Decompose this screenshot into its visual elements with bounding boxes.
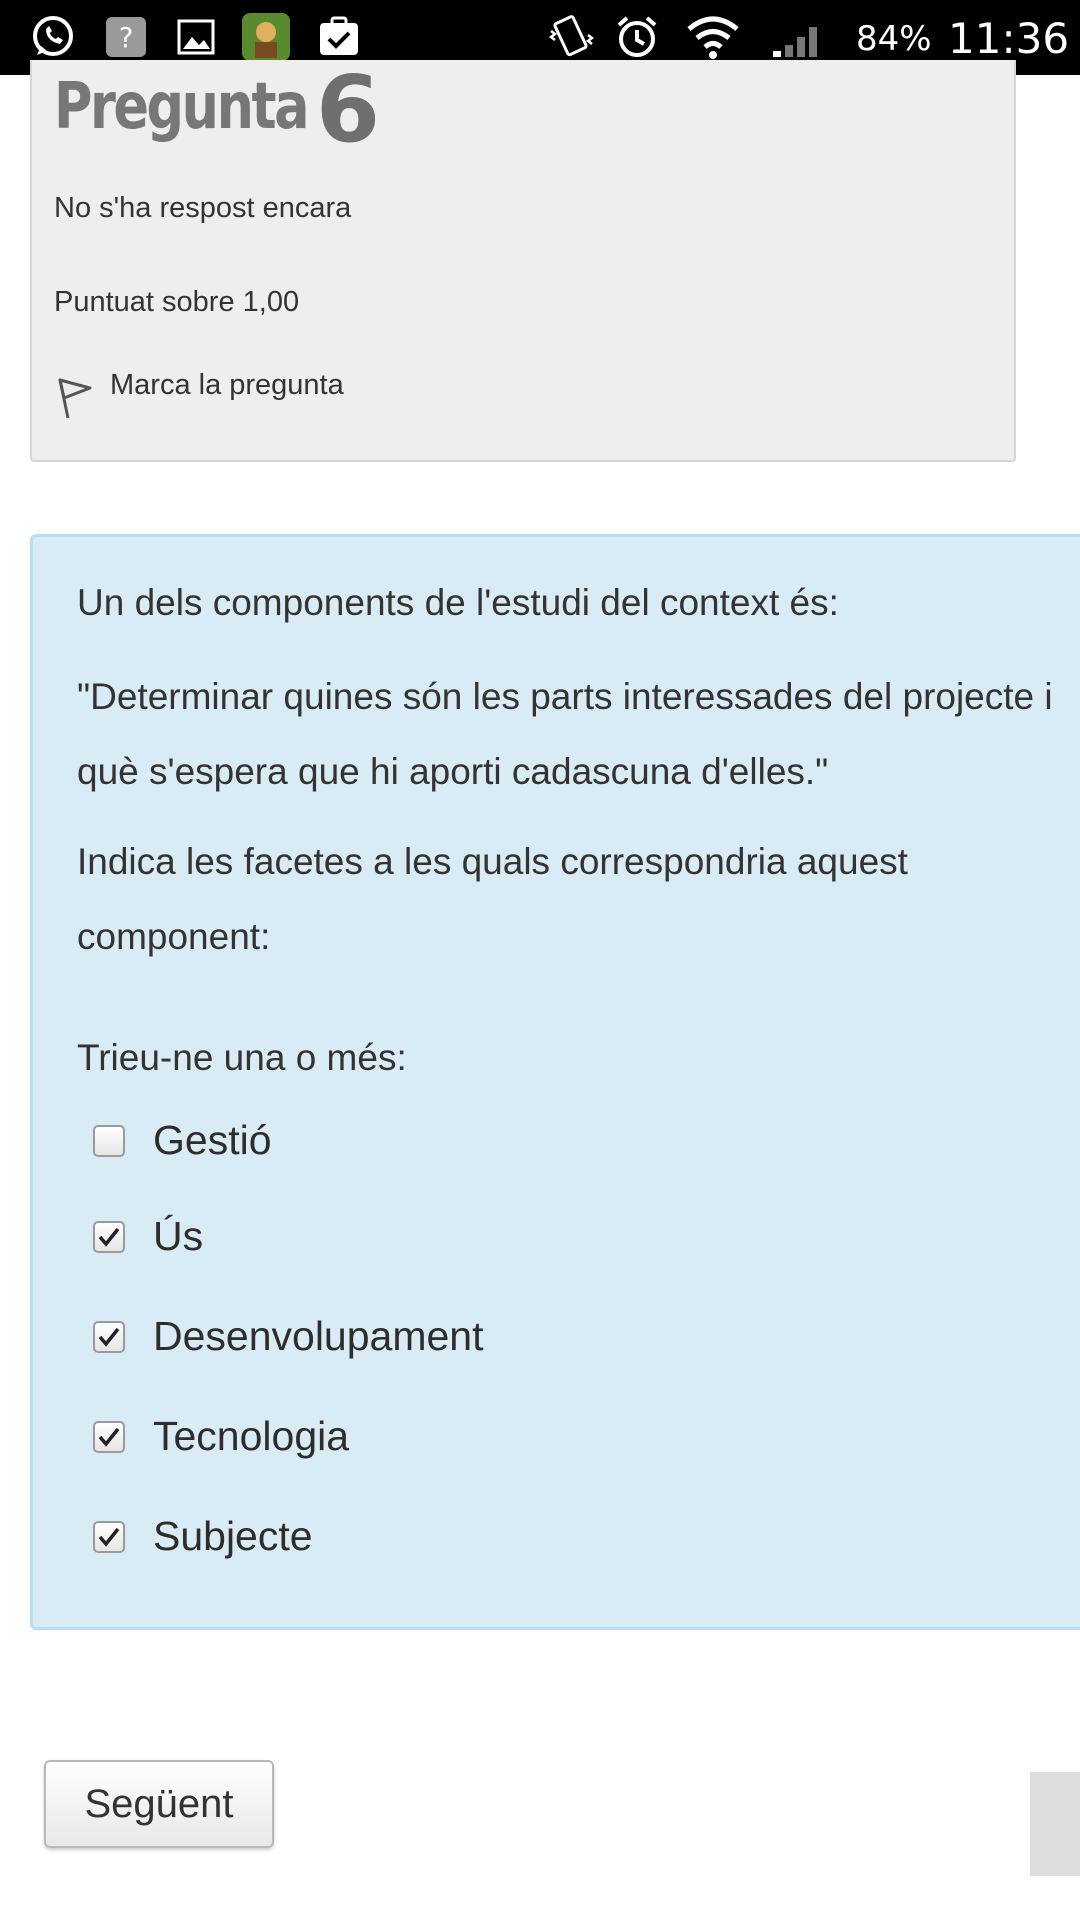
question-quote: "Determinar quines són les parts interes…	[77, 676, 1053, 792]
option-tecnologia[interactable]: Tecnologia	[93, 1413, 349, 1460]
question-title: Pregunta 6	[54, 56, 380, 163]
flag-icon	[58, 378, 92, 419]
option-desenvolupament[interactable]: Desenvolupament	[93, 1313, 483, 1360]
question-state: No s'ha respost encara	[54, 192, 352, 224]
checkbox-checked[interactable]	[93, 1220, 125, 1253]
unknown-app-icon: ?	[102, 12, 150, 62]
option-label: Gestió	[153, 1117, 272, 1163]
scroll-handle[interactable]	[1030, 1772, 1080, 1876]
flag-question-label: Marca la pregunta	[110, 368, 344, 401]
whatsapp-icon	[26, 12, 80, 62]
checkbox-checked[interactable]	[93, 1520, 125, 1553]
flag-question-toggle[interactable]: Marca la pregunta	[54, 360, 344, 422]
checkbox-checked[interactable]	[93, 1420, 125, 1453]
option-subjecte[interactable]: Subjecte	[93, 1513, 313, 1560]
vibrate-icon	[545, 12, 595, 62]
option-label: Desenvolupament	[153, 1313, 484, 1359]
option-label: Tecnologia	[153, 1413, 350, 1459]
clipboard-check-icon	[316, 12, 362, 62]
checkmark-icon	[98, 1227, 120, 1247]
question-intro: Un dels components de l'estudi del conte…	[77, 582, 839, 623]
option-us[interactable]: Ús	[93, 1213, 203, 1260]
image-icon	[174, 12, 218, 62]
checkmark-icon	[98, 1327, 120, 1347]
option-gestio[interactable]: Gestió	[93, 1117, 272, 1164]
checkmark-icon	[98, 1427, 120, 1447]
answer-prompt: Trieu-ne una o més:	[77, 1037, 407, 1078]
svg-text:?: ?	[119, 21, 134, 54]
option-label: Subjecte	[153, 1513, 313, 1559]
question-mark: Puntuat sobre 1,00	[54, 286, 300, 318]
question-instruction: Indica les facetes a les quals correspon…	[77, 841, 908, 957]
wifi-icon	[684, 12, 742, 62]
checkbox-unchecked[interactable]	[93, 1124, 125, 1157]
question-number: 6	[316, 56, 381, 163]
checkbox-checked[interactable]	[93, 1320, 125, 1353]
question-title-word: Pregunta	[54, 70, 310, 144]
alarm-icon	[612, 12, 662, 62]
checkmark-icon	[98, 1527, 120, 1547]
signal-icon	[770, 12, 826, 62]
question-info-box: Pregunta 6 No s'ha respost encara Puntua…	[30, 56, 1016, 462]
question-content-box: Un dels components de l'estudi del conte…	[30, 534, 1080, 1630]
option-label: Ús	[153, 1213, 204, 1259]
game-app-icon	[240, 12, 292, 62]
next-button[interactable]: Següent	[44, 1760, 274, 1848]
